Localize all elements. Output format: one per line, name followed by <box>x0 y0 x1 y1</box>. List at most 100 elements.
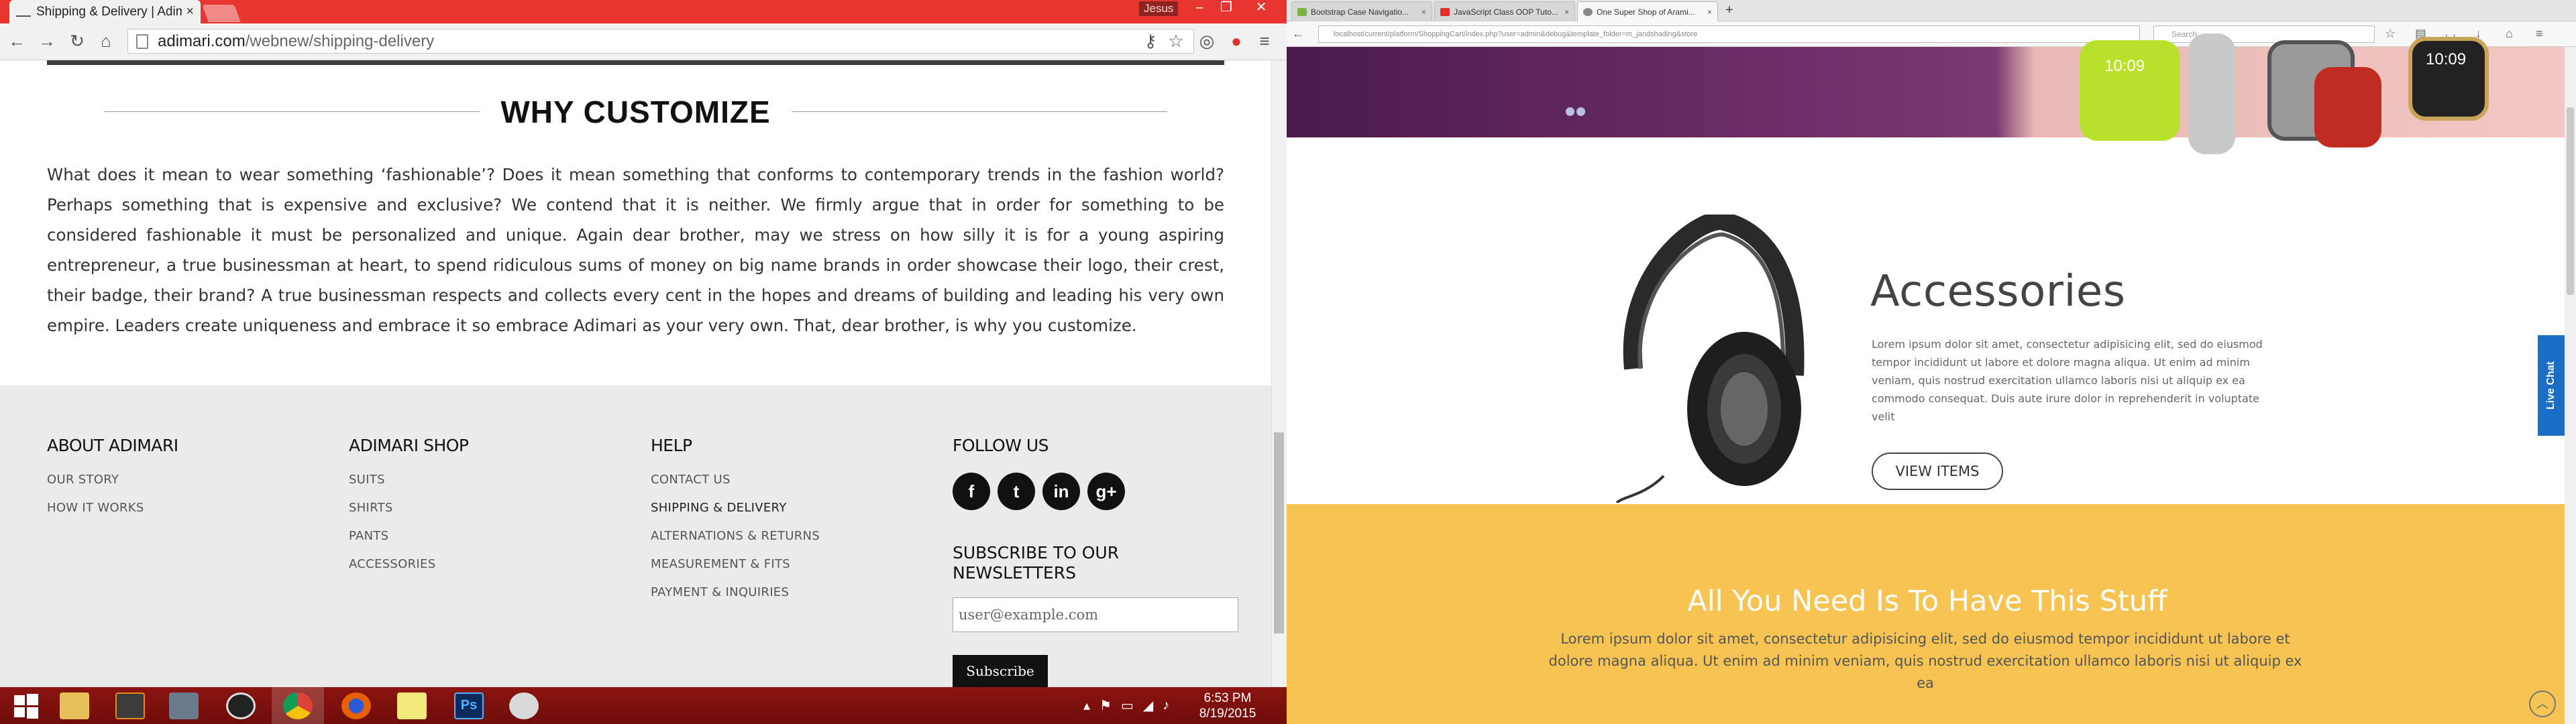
section-title: WHY CUSTOMIZE <box>500 95 771 129</box>
taskbar-file-explorer[interactable] <box>48 687 101 724</box>
windows-logo-icon <box>14 693 38 719</box>
new-tab-icon[interactable]: + <box>1725 3 1733 18</box>
tab-title: JavaScript Class OOP Tuto... <box>1454 7 1558 17</box>
maximize-icon[interactable]: ❐ <box>1213 0 1240 17</box>
photoshop-icon: Ps <box>454 692 484 719</box>
url-field[interactable]: localhost/current/platform/ShoppingCart/… <box>1318 25 2140 43</box>
carousel-dot[interactable] <box>1566 107 1574 116</box>
battery-icon[interactable]: ▭ <box>1121 697 1134 714</box>
footer-link-shipping-delivery[interactable]: SHIPPING & DELIVERY <box>651 501 820 515</box>
footer-col-help: HELP CONTACT US SHIPPING & DELIVERY ALTE… <box>651 436 820 613</box>
footer-link-suits[interactable]: SUITS <box>349 473 469 487</box>
twitter-icon[interactable]: t <box>998 473 1035 510</box>
tab-favicon-icon <box>1297 7 1307 16</box>
facebook-icon[interactable]: f <box>953 473 990 510</box>
menu-icon[interactable]: ≡ <box>1254 31 1275 51</box>
menu-icon[interactable]: ≡ <box>2536 27 2543 41</box>
browser-tab-active[interactable]: Shipping & Delivery | Adimari × <box>9 0 201 23</box>
volume-icon[interactable]: ♪ <box>1163 698 1169 713</box>
footer-link-pants[interactable]: PANTS <box>349 529 469 543</box>
taskbar-sticky-notes[interactable] <box>386 687 438 724</box>
close-tab-icon[interactable]: × <box>1564 7 1569 17</box>
bookmark-star-icon[interactable]: ☆ <box>2385 27 2396 41</box>
scroll-to-top-icon[interactable]: ︿ <box>2529 690 2556 717</box>
adimari-favicon-icon <box>16 7 31 17</box>
linkedin-icon[interactable]: in <box>1042 473 1080 510</box>
live-chat-button[interactable]: Live Chat <box>2538 335 2565 436</box>
key-icon[interactable]: ⚷ <box>1140 31 1161 51</box>
firefox-icon <box>341 692 371 719</box>
footer-link-shirts[interactable]: SHIRTS <box>349 501 469 515</box>
close-tab-icon[interactable]: × <box>1707 7 1712 17</box>
footer-col-about: ABOUT ADIMARI OUR STORY HOW IT WORKS <box>47 436 178 529</box>
adblock-icon[interactable]: ● <box>1226 31 1246 51</box>
flag-icon[interactable]: ⚑ <box>1099 697 1112 714</box>
close-tab-icon[interactable]: × <box>186 4 194 19</box>
accessories-description: Lorem ipsum dolor sit amet, consectetur … <box>1872 338 2263 423</box>
sublime-icon <box>115 692 145 719</box>
live-chat-label: Live Chat <box>2545 361 2557 410</box>
bookmark-star-icon[interactable]: ☆ <box>1166 31 1186 51</box>
browser-tab-active[interactable]: One Super Shop of Arami... × <box>1577 1 1718 21</box>
page-icon <box>136 34 148 49</box>
site-footer <box>0 385 1271 687</box>
tab-title: Shipping & Delivery | Adimari <box>36 4 182 19</box>
footer-link-accessories[interactable]: ACCESSORIES <box>349 557 469 571</box>
view-items-button[interactable]: VIEW ITEMS <box>1872 452 2003 490</box>
taskbar-clock-app[interactable] <box>215 687 267 724</box>
address-bar[interactable]: adimari.com/webnew/shipping-delivery <box>127 29 1194 54</box>
taskbar-clock[interactable]: 6:53 PM 8/19/2015 <box>1187 690 1268 721</box>
tab-title: Bootstrap Case Navigatio... <box>1311 7 1409 17</box>
back-arrow-icon[interactable]: ← <box>7 31 27 51</box>
close-window-icon[interactable]: ✕ <box>1242 0 1280 17</box>
system-tray: ▴ ⚑ ▭ ◢ ♪ <box>1083 690 1169 721</box>
app-icon <box>169 692 199 719</box>
googleplus-icon[interactable]: g+ <box>1087 473 1125 510</box>
hero-banner <box>1287 47 2576 137</box>
watch-time-label: 10:09 <box>2104 57 2145 75</box>
scrollbar-thumb[interactable] <box>1274 432 1284 634</box>
watch-time-label: 10:09 <box>2426 50 2467 68</box>
footer-link-measurement-fits[interactable]: MEASUREMENT & FITS <box>651 557 820 571</box>
carousel-dot[interactable] <box>1576 107 1585 116</box>
profile-badge[interactable]: Jesus <box>1139 1 1179 16</box>
green-watch-image <box>2080 40 2180 141</box>
back-arrow-icon[interactable]: ← <box>1292 27 1304 41</box>
taskbar-chrome[interactable] <box>272 687 324 724</box>
chrome-icon <box>283 692 313 719</box>
taskbar-firefox[interactable] <box>330 687 382 724</box>
network-icon[interactable]: ◢ <box>1143 697 1153 714</box>
footer-link-contact-us[interactable]: CONTACT US <box>651 473 820 487</box>
tray-expand-icon[interactable]: ▴ <box>1083 697 1090 714</box>
header-divider <box>47 60 1224 65</box>
footer-link-payment-inquiries[interactable]: PAYMENT & INQUIRIES <box>651 585 820 599</box>
taskbar-app[interactable] <box>158 687 210 724</box>
footer-heading: ABOUT ADIMARI <box>47 436 178 455</box>
tab-favicon-icon <box>1583 7 1593 16</box>
headphones-image <box>1615 215 1805 503</box>
browser-tab[interactable]: Bootstrap Case Navigatio... × <box>1291 1 1432 21</box>
new-tab-button[interactable] <box>202 5 241 22</box>
close-tab-icon[interactable]: × <box>1421 7 1426 17</box>
taskbar-paint[interactable] <box>498 687 550 724</box>
taskbar-photoshop[interactable]: Ps <box>443 687 495 724</box>
reload-icon[interactable]: ↻ <box>67 31 87 51</box>
browser-tab[interactable]: JavaScript Class OOP Tuto... × <box>1434 1 1575 21</box>
extension-icon[interactable]: ◎ <box>1197 31 1217 51</box>
forward-arrow-icon[interactable]: → <box>37 31 57 51</box>
newsletter-email-input[interactable]: user@example.com <box>953 597 1238 632</box>
taskbar-sublime[interactable] <box>104 687 156 724</box>
footer-heading: ADIMARI SHOP <box>349 436 469 455</box>
footer-link-how-it-works[interactable]: HOW IT WORKS <box>47 501 178 515</box>
home-icon[interactable]: ⌂ <box>2506 27 2513 41</box>
minimize-icon[interactable]: – <box>1186 0 1213 17</box>
subscribe-button[interactable]: Subscribe <box>953 655 1048 687</box>
start-button[interactable] <box>0 687 52 724</box>
home-icon[interactable]: ⌂ <box>96 31 116 51</box>
footer-link-our-story[interactable]: OUR STORY <box>47 473 178 487</box>
scrollbar-thumb[interactable] <box>2567 107 2574 295</box>
folder-icon <box>60 692 89 719</box>
gold-watch-image <box>2408 37 2489 121</box>
footer-link-alternations-returns[interactable]: ALTERNATIONS & RETURNS <box>651 529 820 543</box>
sticky-notes-icon <box>397 692 427 719</box>
